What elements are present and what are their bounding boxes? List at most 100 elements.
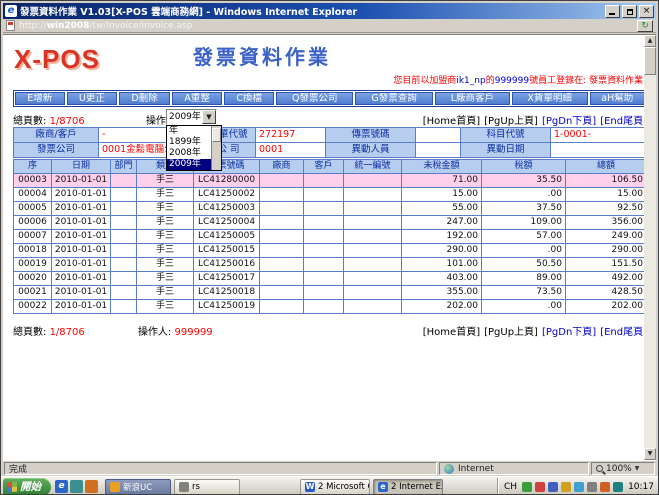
nav-nav-top-1[interactable]: [PgUp上頁] [484,116,538,127]
table-row[interactable]: 000202010-01-01手三LC41250017403.0089.0049… [14,272,646,286]
table-cell: .00 [482,244,566,258]
table-cell: 2010-01-01 [52,286,111,300]
zoom-control[interactable]: 100% ▼ [591,462,655,475]
table-cell [260,216,304,230]
menu-button-1[interactable]: E增新 [15,92,65,105]
zoom-caret-icon[interactable]: ▼ [635,465,640,472]
form-field[interactable] [416,143,461,158]
tray-icon-4[interactable] [561,482,571,492]
table-cell: 15.00 [566,188,646,202]
nav-nav-top-0[interactable]: [Home首頁] [423,116,480,127]
form-row-1: 廠商/客戶-憑單代號272197傳票號碼科目代號1-0001- [14,128,646,143]
table-cell [304,202,344,216]
table-row[interactable]: 000062010-01-01手三LC41250004247.00109.003… [14,216,646,230]
year-select[interactable]: 2009年 ▼ [166,109,217,125]
taskbar-window-button-0[interactable]: 新浪UC [105,479,171,495]
go-button[interactable]: ↻ [637,20,653,32]
table-cell [344,272,402,286]
menu-button-10[interactable]: aH幫助 [590,92,645,105]
table-row[interactable]: 000222010-01-01手三LC41250019202.00.00202.… [14,300,646,314]
dropdown-scrollbar[interactable] [211,126,221,170]
table-row[interactable]: 000032010-01-01手三LC4128000071.0035.50106… [14,174,646,188]
office-taskbar-icon: W [305,482,315,492]
restore-button[interactable] [622,5,637,18]
login-info-segment-3: 999999 [495,76,529,86]
tray-icon-8[interactable] [613,482,623,492]
start-button[interactable]: 開始 [3,478,51,495]
year-option-0[interactable]: 年 [167,126,211,137]
media-player-icon[interactable] [85,480,98,493]
invoice-page: X-POS 發票資料作業 您目前以加盟商ik1_np的999999號員工登錄在:… [3,35,647,460]
nav-nav-bottom-1[interactable]: [PgUp上頁] [484,327,538,338]
nav-nav-top-2[interactable]: [PgDn下頁] [542,116,596,127]
url-field[interactable]: http://win2008/tw/Invoice/invoice.asp [19,21,637,31]
tray-icon-2[interactable] [535,482,545,492]
table-cell: 00005 [14,202,52,216]
form-field[interactable]: 272197 [256,128,326,143]
nav-nav-bottom-3[interactable]: [End尾頁] [600,327,647,338]
table-cell: 手三 [137,244,194,258]
form-field[interactable]: 1-0001- [551,128,646,143]
menu-button-5[interactable]: C換檔 [224,92,274,105]
menu-bar: E增新U更正D刪除A重整C換檔Q發票公司G發票查詢L廠商客戶X貨單明細aH幫助 [13,90,647,107]
menu-button-9[interactable]: X貨單明細 [512,92,588,105]
chevron-down-icon[interactable]: ▼ [202,110,216,124]
form-field[interactable] [551,143,646,158]
table-cell: LC41250018 [194,286,260,300]
menu-button-7[interactable]: G發票查詢 [355,92,433,105]
menu-button-8[interactable]: L廠商客戶 [435,92,510,105]
column-header: 客戶 [304,160,344,174]
tray-icon-6[interactable] [587,482,597,492]
nav-nav-top-3[interactable]: [End尾頁] [600,116,647,127]
year-option-2[interactable]: 2008年 [167,148,211,159]
nav-nav-bottom-2[interactable]: [PgDn下頁] [542,327,596,338]
table-cell: 73.50 [482,286,566,300]
table-cell: LC41250016 [194,258,260,272]
menu-button-6[interactable]: Q發票公司 [276,92,353,105]
operator-value: 999999 [175,327,213,338]
menu-button-2[interactable]: U更正 [67,92,118,105]
year-option-3[interactable]: 2009年 [167,159,211,170]
form-field[interactable]: 0001 [256,143,326,158]
table-row[interactable]: 000072010-01-01手三LC41250005192.0057.0024… [14,230,646,244]
pager-bottom: [Home首頁][PgUp上頁][PgDn下頁][End尾頁] 總頁數: 1/8… [13,323,647,338]
table-row[interactable]: 000192010-01-01手三LC41250016101.0050.5015… [14,258,646,272]
scroll-up-icon[interactable]: ▲ [644,35,656,47]
tray-icon-1[interactable] [522,482,532,492]
menu-button-3[interactable]: D刪除 [119,92,170,105]
taskbar-group-button-0[interactable]: W2 Microsoft Off... [300,479,370,495]
close-button[interactable]: × [639,5,654,18]
tray-icon-5[interactable] [574,482,584,492]
vertical-scrollbar[interactable]: ▲ ▼ [644,35,656,460]
year-option-1[interactable]: 1899年 [167,137,211,148]
table-cell [344,174,402,188]
taskbar-group-button-1[interactable]: e2 Internet Expl... [373,479,443,495]
table-row[interactable]: 000182010-01-01手三LC41250015290.00.00290.… [14,244,646,258]
table-cell: 247.00 [402,216,482,230]
table-cell [260,188,304,202]
nav-nav-bottom-0[interactable]: [Home首頁] [423,327,480,338]
menu-button-4[interactable]: A重整 [172,92,222,105]
show-desktop-icon[interactable] [70,480,83,493]
tray-icon-3[interactable] [548,482,558,492]
scroll-down-icon[interactable]: ▼ [644,448,656,460]
table-cell [111,202,137,216]
table-row[interactable]: 000052010-01-01手三LC4125000355.0037.5092.… [14,202,646,216]
minimize-button[interactable] [605,5,620,18]
login-info-segment-0: 您目前以加盟商 [393,76,456,86]
scrollbar-thumb[interactable] [644,47,656,75]
table-cell: 00018 [14,244,52,258]
table-row[interactable]: 000212010-01-01手三LC41250018355.0073.5042… [14,286,646,300]
table-cell [344,286,402,300]
ie-quicklaunch-icon[interactable]: e [55,480,68,493]
table-cell: 492.00 [566,272,646,286]
form-field[interactable] [416,128,461,143]
status-zone: Internet [439,462,589,475]
language-indicator[interactable]: CH [502,482,519,492]
taskbar-window-button-1[interactable]: rs [174,479,240,495]
windows-flag-icon [7,481,17,492]
login-info-segment-5: 發票資料作業 [589,76,643,86]
table-row[interactable]: 000042010-01-01手三LC4125000215.00.0015.00 [14,188,646,202]
year-select-dropdown: 年1899年2008年2009年 [166,125,222,171]
tray-icon-7[interactable] [600,482,610,492]
